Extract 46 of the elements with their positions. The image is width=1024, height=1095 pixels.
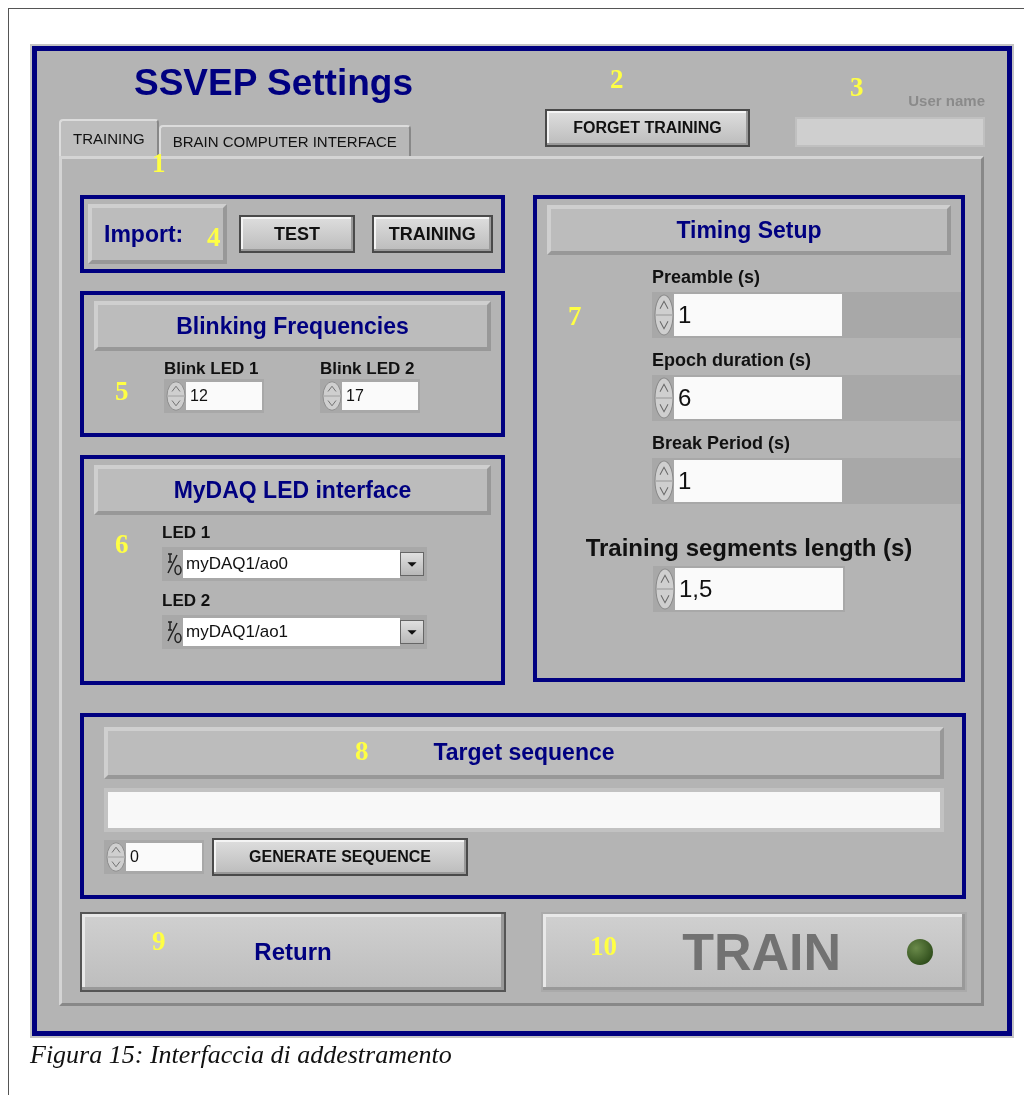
sequence-field[interactable] xyxy=(104,788,944,832)
spinner-arrows-icon[interactable] xyxy=(655,568,675,610)
io-channel-icon xyxy=(165,619,183,645)
field-label: LED 1 xyxy=(162,523,212,543)
numeric-field[interactable]: 6 xyxy=(674,377,842,419)
group-title: Timing Setup xyxy=(547,205,951,255)
spinner-arrows-icon[interactable] xyxy=(166,381,186,411)
import-button[interactable]: TRAINING xyxy=(371,215,493,253)
channel-dropdown[interactable]: myDAQ1/ao0 xyxy=(162,547,427,581)
group-title: Blinking Frequencies xyxy=(94,301,491,351)
field-label: Blink LED 1 xyxy=(164,359,260,379)
spinner-arrows-icon[interactable] xyxy=(654,377,674,419)
spinner-arrows-icon[interactable] xyxy=(654,294,674,336)
field-label: Preamble (s) xyxy=(652,267,762,288)
figure-caption: Figura 15: Interfaccia di addestramento xyxy=(30,1040,452,1070)
callout-number: 5 xyxy=(115,376,129,407)
field-label: Training segments length (s) xyxy=(585,534,913,562)
panel-title: SSVEP Settings xyxy=(134,61,414,105)
forget-training-button[interactable]: FORGET TRAINING xyxy=(545,109,750,147)
user-name-field[interactable] xyxy=(795,117,985,147)
import-button[interactable]: TEST xyxy=(239,215,355,253)
callout-number: 8 xyxy=(355,736,369,767)
io-channel-icon xyxy=(165,551,183,577)
field-label: Epoch duration (s) xyxy=(652,350,812,371)
numeric-field[interactable]: 12 xyxy=(186,382,262,410)
generate-sequence-button[interactable]: GENERATE SEQUENCE xyxy=(212,838,468,876)
callout-number: 6 xyxy=(115,529,129,560)
spinner-arrows-icon[interactable] xyxy=(654,460,674,502)
group-title: MyDAQ LED interface xyxy=(94,465,491,515)
callout-number: 10 xyxy=(590,931,617,962)
callout-number: 7 xyxy=(568,301,582,332)
spinner-arrows-icon[interactable] xyxy=(106,842,126,872)
channel-dropdown[interactable]: myDAQ1/ao1 xyxy=(162,615,427,649)
numeric-field[interactable]: 1 xyxy=(674,460,842,502)
numeric-field[interactable]: 17 xyxy=(342,382,418,410)
callout-number: 3 xyxy=(850,72,864,103)
numeric-field[interactable]: 0 xyxy=(126,843,202,871)
numeric-field[interactable]: 1 xyxy=(674,294,842,336)
callout-number: 4 xyxy=(207,222,221,253)
numeric-field[interactable]: 1,5 xyxy=(675,568,843,610)
callout-number: 2 xyxy=(610,64,624,95)
field-label: Break Period (s) xyxy=(652,433,792,454)
field-label: Blink LED 2 xyxy=(320,359,416,379)
field-label: LED 2 xyxy=(162,591,212,611)
spinner-arrows-icon[interactable] xyxy=(322,381,342,411)
callout-number: 9 xyxy=(152,926,166,957)
